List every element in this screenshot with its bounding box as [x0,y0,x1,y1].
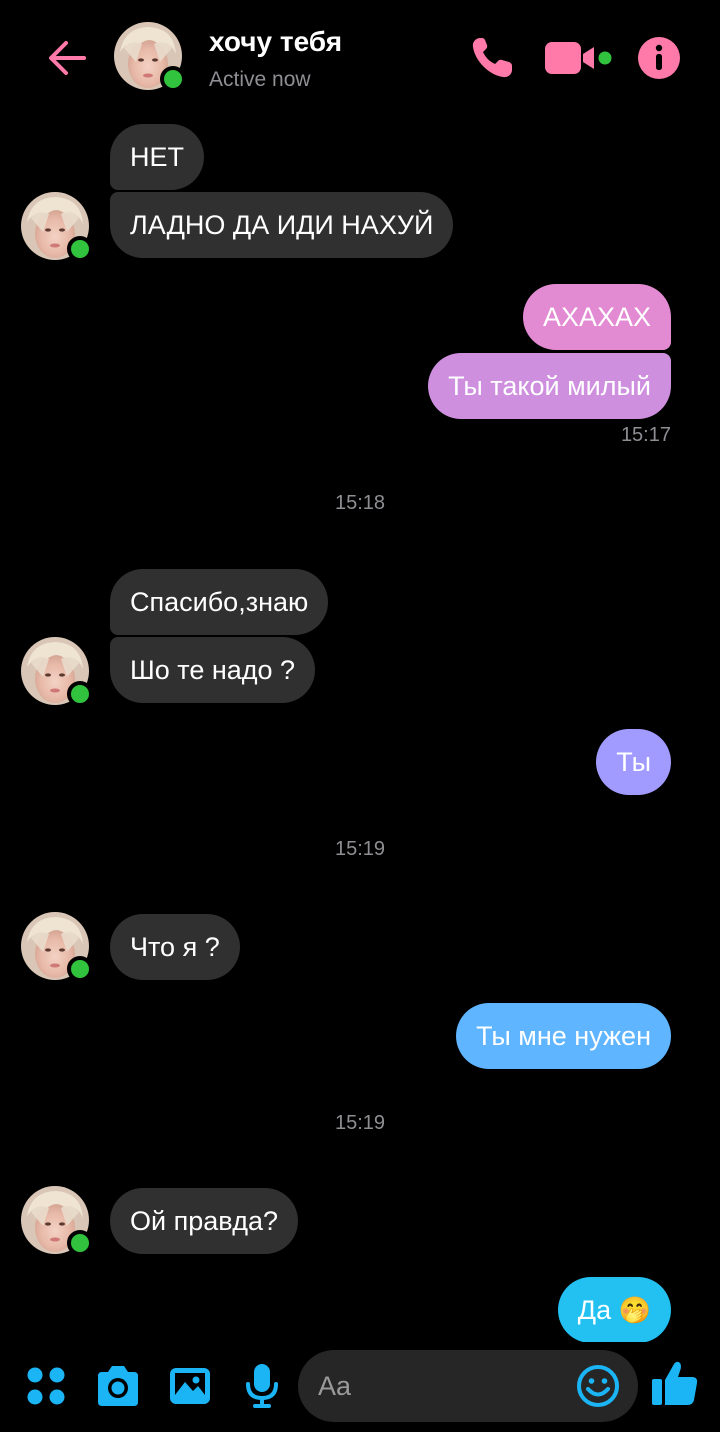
outgoing-message[interactable]: Ты мне нужен [456,1003,671,1069]
incoming-message[interactable]: Ой правда? [110,1188,299,1254]
menu-dots-icon[interactable] [22,1362,70,1410]
contact-avatar[interactable] [114,22,186,92]
message-timestamp: 15:17 [620,424,671,446]
sender-avatar[interactable] [21,1186,93,1256]
message-text: Да [577,1295,612,1325]
sender-avatar[interactable] [21,637,93,707]
emoji-icon[interactable] [576,1364,620,1408]
video-camera-icon[interactable] [544,32,616,84]
outgoing-message[interactable]: Ты [596,729,671,795]
message-input[interactable] [318,1350,568,1422]
time-separator: 15:19 [334,1112,386,1134]
gallery-icon[interactable] [166,1362,214,1410]
phone-icon[interactable] [466,32,518,84]
outgoing-message[interactable]: АХАХАХ [522,284,671,350]
sender-avatar[interactable] [21,912,93,982]
sender-avatar[interactable] [21,192,93,262]
like-icon[interactable] [650,1358,700,1408]
online-indicator [67,681,93,707]
contact-name[interactable]: хочу тебя [209,26,342,58]
online-indicator [67,956,93,982]
hand-over-mouth-emoji: 🤭 [618,1296,651,1326]
incoming-message[interactable]: Спасибо,знаю [110,569,329,635]
message-composer [0,1342,720,1432]
info-icon[interactable] [636,35,682,81]
message-input-box[interactable] [298,1350,638,1422]
incoming-message[interactable]: Шо те надо ? [110,637,316,703]
outgoing-message[interactable]: Да 🤭 [557,1277,671,1343]
online-indicator [67,236,93,262]
back-arrow-icon[interactable] [40,32,92,84]
online-indicator [160,66,186,92]
active-status: Active now [209,68,311,91]
camera-icon[interactable] [94,1362,142,1410]
incoming-message[interactable]: НЕТ [110,124,204,190]
incoming-message[interactable]: ЛАДНО ДА ИДИ НАХУЙ [110,192,454,258]
time-separator: 15:18 [334,492,386,514]
microphone-icon[interactable] [238,1362,286,1410]
outgoing-message[interactable]: Ты такой милый [428,353,671,419]
incoming-message[interactable]: Что я ? [110,914,240,980]
online-indicator [67,1230,93,1256]
chat-header: хочу тебя Active now [0,0,720,112]
time-separator: 15:19 [334,838,386,860]
